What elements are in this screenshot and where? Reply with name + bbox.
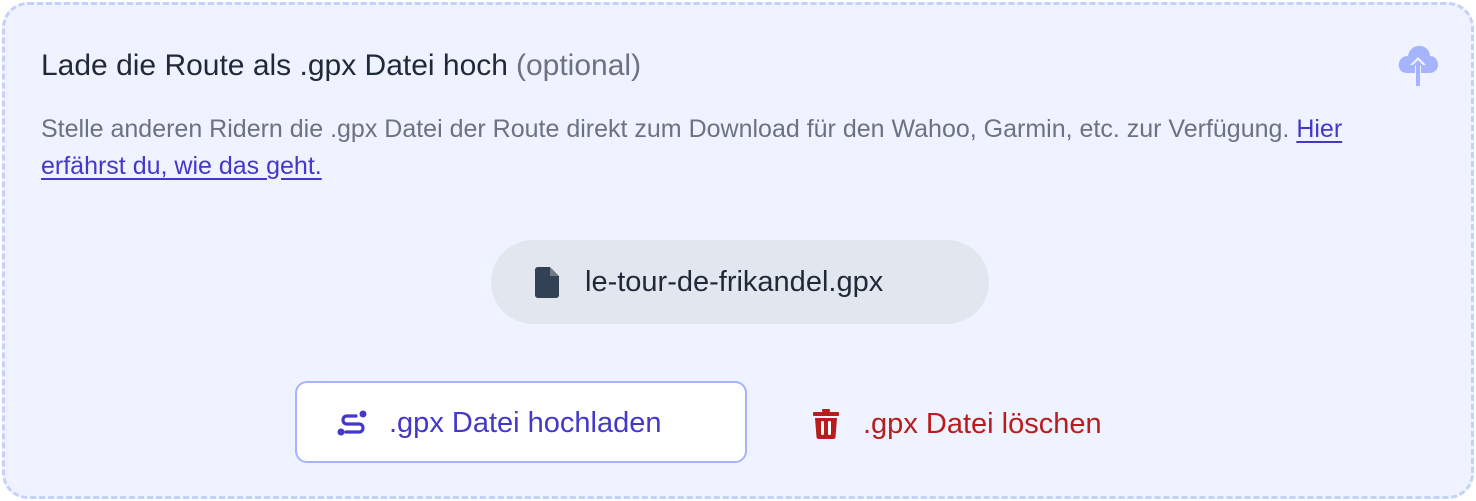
route-icon [337, 410, 367, 436]
cloud-upload-icon[interactable] [1397, 43, 1439, 89]
file-name: le-tour-de-frikandel.gpx [585, 266, 884, 298]
panel-title: Lade die Route als .gpx Datei hoch [41, 49, 508, 82]
description-text: Stelle anderen Ridern die .gpx Datei der… [41, 115, 1290, 143]
panel-header: Lade die Route als .gpx Datei hoch (optio… [41, 47, 641, 85]
upload-gpx-button[interactable]: .gpx Datei hochladen [295, 381, 747, 463]
gpx-upload-panel[interactable]: Lade die Route als .gpx Datei hoch (optio… [2, 2, 1474, 499]
panel-description: Stelle anderen Ridern die .gpx Datei der… [41, 111, 1421, 185]
trash-icon [813, 409, 839, 439]
upload-button-label: .gpx Datei hochladen [389, 407, 662, 439]
delete-button-label: .gpx Datei löschen [863, 408, 1102, 440]
optional-label: (optional) [515, 49, 642, 82]
file-icon [535, 267, 559, 298]
delete-gpx-button[interactable]: .gpx Datei löschen [805, 395, 1165, 451]
file-chip: le-tour-de-frikandel.gpx [491, 240, 989, 324]
